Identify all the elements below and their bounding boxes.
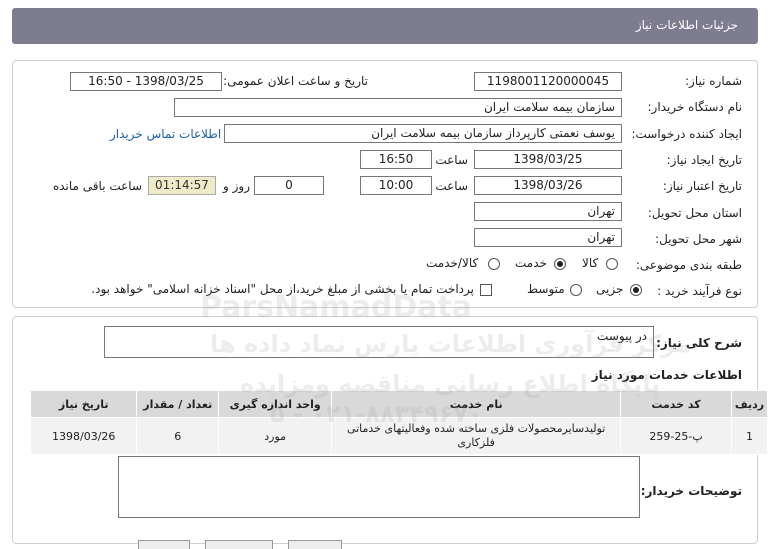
category-radio-goods[interactable] bbox=[606, 258, 618, 270]
cell-unit: مورد bbox=[218, 417, 333, 455]
process-label: نوع فرآیند خرید : bbox=[657, 284, 742, 298]
valid-time-field: 10:00 bbox=[360, 176, 432, 195]
remaining-time-field: 01:14:57 bbox=[148, 176, 216, 195]
col-header-unit: واحد اندازه گیری bbox=[218, 390, 333, 418]
services-title: اطلاعات خدمات مورد نیاز bbox=[591, 368, 742, 382]
process-option-minor: جزیی bbox=[596, 282, 624, 296]
category-option-service: خدمت bbox=[515, 256, 547, 270]
create-time-field: 16:50 bbox=[360, 150, 432, 169]
valid-date-label: تاریخ اعتبار نیاز: bbox=[662, 179, 742, 193]
summary-label: شرح کلی نیاز: bbox=[656, 336, 742, 350]
create-date-label: تاریخ ایجاد نیاز: bbox=[666, 153, 742, 167]
col-header-row-num: ردیف bbox=[730, 390, 769, 418]
summary-field: در پیوست bbox=[104, 326, 654, 358]
province-field: تهران bbox=[474, 202, 622, 221]
days-field: 0 bbox=[254, 176, 324, 195]
creator-field: یوسف نعمتی کارپرداز سازمان بیمه سلامت ای… bbox=[224, 124, 622, 143]
treasury-payment-note: پرداخت تمام یا بخشی از مبلغ خرید،از محل … bbox=[91, 282, 474, 296]
announce-label: تاریخ و ساعت اعلان عمومی: bbox=[223, 74, 368, 88]
process-option-medium: متوسط bbox=[527, 282, 565, 296]
province-label: استان محل تحویل: bbox=[647, 206, 742, 220]
contact-info-link[interactable]: اطلاعات تماس خریدار bbox=[110, 127, 221, 141]
category-radio-goods-service[interactable] bbox=[488, 258, 500, 270]
process-radio-minor[interactable] bbox=[630, 284, 642, 296]
cell-row-num: 1 bbox=[730, 417, 769, 455]
need-number-label: شماره نیاز: bbox=[685, 74, 742, 88]
city-field: تهران bbox=[474, 228, 622, 247]
services-header-row: ردیف کد خدمت نام خدمت واحد اندازه گیری ت… bbox=[29, 390, 769, 418]
days-label: روز و bbox=[223, 179, 250, 193]
table-row: 1 پ-25-259 تولیدسایرمحصولات فلزی ساخته ش… bbox=[29, 417, 769, 455]
process-radio-medium[interactable] bbox=[570, 284, 582, 296]
buyer-notes-field bbox=[118, 456, 640, 518]
col-header-service-name: نام خدمت bbox=[331, 390, 622, 418]
remaining-label: ساعت باقی مانده bbox=[52, 179, 142, 193]
page-header: جزئیات اطلاعات نیاز bbox=[12, 8, 758, 44]
city-label: شهر محل تحویل: bbox=[655, 232, 742, 246]
page-title: جزئیات اطلاعات نیاز bbox=[635, 18, 738, 32]
cell-quantity: 6 bbox=[136, 417, 220, 455]
treasury-payment-checkbox[interactable] bbox=[480, 284, 492, 296]
col-header-need-date: تاریخ نیاز bbox=[29, 390, 138, 418]
cell-service-name: تولیدسایرمحصولات فلزی ساخته شده وفعالیته… bbox=[331, 417, 622, 455]
create-date-field: 1398/03/25 bbox=[474, 150, 622, 169]
cell-service-code: پ-25-259 bbox=[620, 417, 732, 455]
create-time-label: ساعت bbox=[435, 153, 468, 167]
category-label: طبقه بندی موضوعی: bbox=[635, 258, 742, 272]
valid-time-label: ساعت bbox=[435, 179, 468, 193]
valid-date-field: 1398/03/26 bbox=[474, 176, 622, 195]
category-option-goods: کالا bbox=[582, 256, 599, 270]
category-option-goods-service: کالا/خدمت bbox=[426, 256, 479, 270]
creator-label: ایجاد کننده درخواست: bbox=[631, 127, 742, 141]
buyer-notes-label: توضیحات خریدار: bbox=[640, 484, 742, 498]
need-number-field: 1198001120000045 bbox=[474, 72, 622, 91]
col-header-quantity: تعداد / مقدار bbox=[136, 390, 220, 418]
buyer-org-label: نام دستگاه خریدار: bbox=[647, 100, 743, 114]
announce-field: 1398/03/25 - 16:50 bbox=[70, 72, 222, 91]
buyer-org-field: سازمان بیمه سلامت ایران bbox=[174, 98, 622, 117]
services-table: ردیف کد خدمت نام خدمت واحد اندازه گیری ت… bbox=[29, 390, 769, 455]
category-radio-service[interactable] bbox=[554, 258, 566, 270]
col-header-service-code: کد خدمت bbox=[620, 390, 732, 418]
cell-need-date: 1398/03/26 bbox=[29, 417, 138, 455]
